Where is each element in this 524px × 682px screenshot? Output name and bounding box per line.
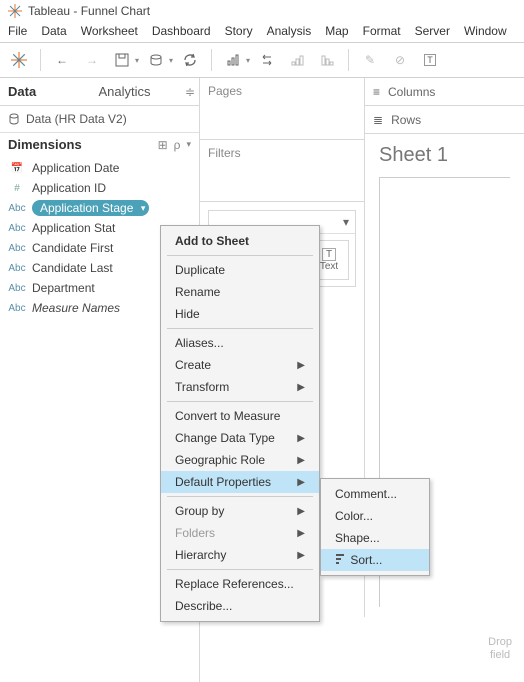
menu-map[interactable]: Map xyxy=(325,24,348,38)
abc-icon: Abc xyxy=(8,263,26,274)
sort-asc-button[interactable] xyxy=(284,47,310,73)
hash-icon: # xyxy=(8,183,26,194)
ctx-geographic-role[interactable]: Geographic Role▶ xyxy=(161,449,319,471)
show-labels-button[interactable]: T xyxy=(417,47,443,73)
abc-icon: Abc xyxy=(8,303,26,314)
sub-sort[interactable]: Sort... xyxy=(321,549,429,571)
chevron-right-icon: ▶ xyxy=(297,433,305,444)
menu-server[interactable]: Server xyxy=(415,24,450,38)
ctx-folders: Folders▶ xyxy=(161,522,319,544)
dimensions-header: Dimensions ⊞ ρ ▾ xyxy=(0,132,199,156)
filters-shelf[interactable]: Filters xyxy=(200,140,364,202)
field-pill-selected[interactable]: Application Stage▾ xyxy=(32,200,149,216)
undo-button[interactable]: ← xyxy=(49,47,75,73)
menubar: File Data Worksheet Dashboard Story Anal… xyxy=(0,22,524,42)
menu-story[interactable]: Story xyxy=(225,24,253,38)
ctx-hide[interactable]: Hide xyxy=(161,303,319,325)
pill-dropdown-icon[interactable]: ▾ xyxy=(141,203,146,214)
columns-shelf[interactable]: ≡Columns xyxy=(365,78,524,106)
rows-shelf[interactable]: ≣Rows xyxy=(365,106,524,134)
ctx-replace-references[interactable]: Replace References... xyxy=(161,573,319,595)
default-properties-submenu: Comment... Color... Shape... Sort... xyxy=(320,478,430,576)
highlight-button[interactable]: ✎ xyxy=(357,47,383,73)
field-context-menu: Add to Sheet Duplicate Rename Hide Alias… xyxy=(160,225,320,622)
abc-icon: Abc xyxy=(8,243,26,254)
dim-application-stage[interactable]: Abc Application Stage▾ xyxy=(0,198,199,218)
sub-shape[interactable]: Shape... xyxy=(321,527,429,549)
rows-icon: ≣ xyxy=(373,113,383,127)
group-button[interactable]: ⊘ xyxy=(387,47,413,73)
dim-application-date[interactable]: 📅Application Date xyxy=(0,158,199,178)
ctx-duplicate[interactable]: Duplicate xyxy=(161,259,319,281)
ctx-group-by[interactable]: Group by▶ xyxy=(161,500,319,522)
toolbar: ← → ▾ ▾ ▾ ✎ ⊘ T xyxy=(0,42,524,78)
dimensions-title: Dimensions xyxy=(8,137,82,152)
menu-dashboard[interactable]: Dashboard xyxy=(152,24,211,38)
datasource-row[interactable]: Data (HR Data V2) xyxy=(0,106,199,132)
chevron-right-icon: ▶ xyxy=(297,382,305,393)
dimensions-menu-icon[interactable]: ▾ xyxy=(186,139,191,150)
calendar-icon: 📅 xyxy=(8,163,26,174)
menu-window[interactable]: Window xyxy=(464,24,507,38)
menu-analysis[interactable]: Analysis xyxy=(267,24,312,38)
menu-format[interactable]: Format xyxy=(363,24,401,38)
tab-analytics[interactable]: Analytics xyxy=(91,78,182,105)
chevron-right-icon: ▶ xyxy=(297,455,305,466)
datasource-icon xyxy=(8,113,20,125)
save-button[interactable] xyxy=(109,47,135,73)
view-toggle-icon[interactable]: ⊞ xyxy=(158,138,168,152)
chevron-right-icon: ▶ xyxy=(297,506,305,517)
menu-worksheet[interactable]: Worksheet xyxy=(81,24,138,38)
datasource-label: Data (HR Data V2) xyxy=(26,112,127,126)
abc-icon: Abc xyxy=(8,223,26,234)
text-icon: T xyxy=(322,248,336,261)
ctx-describe[interactable]: Describe... xyxy=(161,595,319,617)
chevron-right-icon: ▶ xyxy=(297,477,305,488)
chevron-right-icon: ▶ xyxy=(297,360,305,371)
abc-icon: Abc xyxy=(8,283,26,294)
sheet-title[interactable]: Sheet 1 xyxy=(379,144,510,167)
menu-data[interactable]: Data xyxy=(41,24,66,38)
ctx-aliases[interactable]: Aliases... xyxy=(161,332,319,354)
abc-icon: Abc xyxy=(8,203,26,214)
chevron-right-icon: ▶ xyxy=(297,550,305,561)
search-icon[interactable]: ρ xyxy=(174,138,181,152)
tab-data[interactable]: Data xyxy=(0,78,91,105)
ctx-add-to-sheet[interactable]: Add to Sheet xyxy=(161,230,319,252)
new-worksheet-button[interactable] xyxy=(220,47,246,73)
sort-icon xyxy=(335,554,347,564)
ctx-create[interactable]: Create▶ xyxy=(161,354,319,376)
tab-options-icon[interactable]: ≑ xyxy=(181,78,199,105)
ctx-default-properties[interactable]: Default Properties▶ xyxy=(161,471,319,493)
refresh-button[interactable] xyxy=(177,47,203,73)
sort-desc-button[interactable] xyxy=(314,47,340,73)
pages-shelf[interactable]: Pages xyxy=(200,78,364,140)
menu-file[interactable]: File xyxy=(8,24,27,38)
drop-field-hint: Drop field xyxy=(488,636,512,662)
columns-icon: ≡ xyxy=(373,85,380,99)
dim-application-id[interactable]: #Application ID xyxy=(0,178,199,198)
ctx-change-data-type[interactable]: Change Data Type▶ xyxy=(161,427,319,449)
ctx-transform[interactable]: Transform▶ xyxy=(161,376,319,398)
chevron-right-icon: ▶ xyxy=(297,528,305,539)
redo-button[interactable]: → xyxy=(79,47,105,73)
titlebar: Tableau - Funnel Chart xyxy=(0,0,524,22)
ctx-convert-measure[interactable]: Convert to Measure xyxy=(161,405,319,427)
window-title: Tableau - Funnel Chart xyxy=(28,4,150,18)
ctx-hierarchy[interactable]: Hierarchy▶ xyxy=(161,544,319,566)
swap-button[interactable] xyxy=(254,47,280,73)
marks-dropdown-icon[interactable]: ▾ xyxy=(343,215,349,229)
tableau-start-icon[interactable] xyxy=(6,47,32,73)
new-datasource-button[interactable] xyxy=(143,47,169,73)
ctx-rename[interactable]: Rename xyxy=(161,281,319,303)
tableau-logo-icon xyxy=(8,4,22,18)
sub-color[interactable]: Color... xyxy=(321,505,429,527)
sub-comment[interactable]: Comment... xyxy=(321,483,429,505)
